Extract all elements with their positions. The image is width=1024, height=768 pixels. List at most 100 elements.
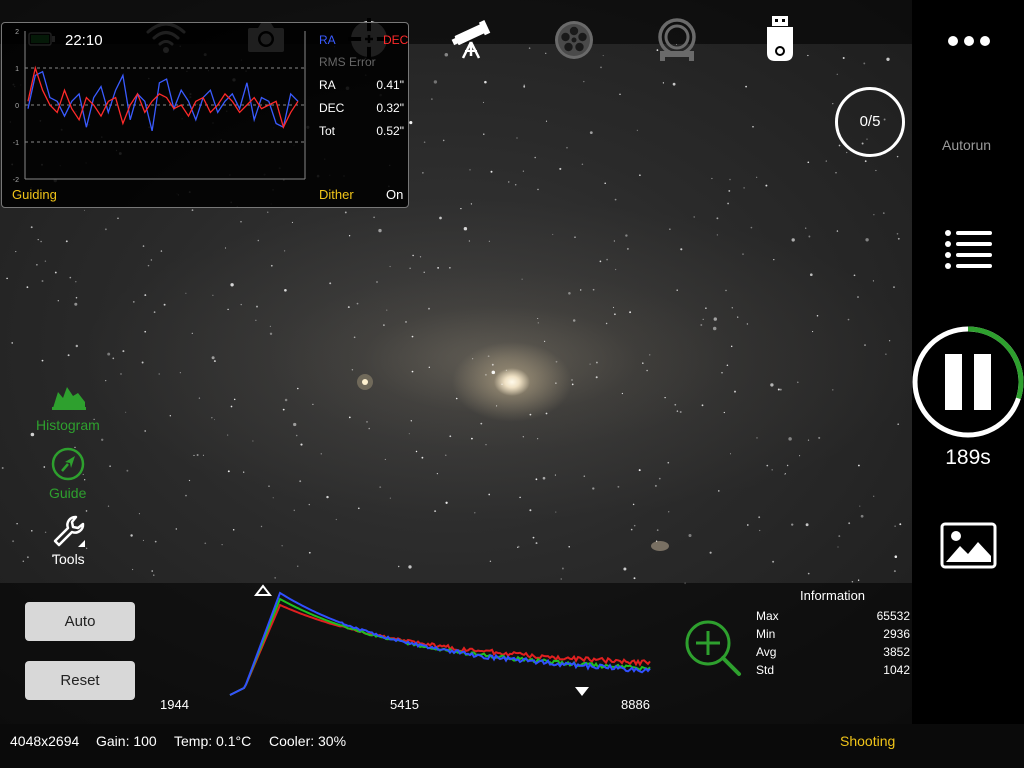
star (6, 277, 8, 280)
sequence-list-icon[interactable] (944, 229, 994, 269)
filter-wheel-icon[interactable] (553, 20, 595, 60)
star (132, 301, 135, 303)
star (445, 501, 448, 504)
star (865, 238, 869, 242)
star (894, 555, 898, 558)
star (832, 103, 834, 105)
star (75, 344, 79, 348)
histogram-icon[interactable] (52, 384, 86, 410)
star (112, 357, 115, 360)
temp-text: Temp: 0.1°C (174, 733, 252, 749)
star (488, 493, 491, 496)
star (797, 381, 799, 384)
star (26, 286, 29, 289)
star (147, 264, 150, 267)
star (857, 296, 859, 298)
focuser-icon[interactable] (656, 17, 698, 63)
hist-blue (229, 591, 651, 696)
guiding-panel[interactable]: 2 1 0 -1 -2 22:10 RA DEC RMS Error RA 0.41" … (1, 22, 409, 208)
usb-drive-icon[interactable] (764, 15, 796, 63)
tools-label[interactable]: Tools (52, 551, 85, 567)
star (107, 352, 111, 356)
more-icon[interactable] (946, 34, 992, 48)
clock-text: 22:10 (65, 32, 103, 49)
star (770, 383, 774, 387)
star (344, 211, 347, 214)
rms-total-label: Tot (319, 124, 336, 138)
info-value: 65532 (876, 609, 910, 623)
star (408, 565, 412, 569)
star (516, 137, 518, 139)
star (523, 84, 525, 86)
star (863, 62, 866, 65)
star (485, 444, 487, 446)
star (617, 485, 620, 488)
guiding-graph: 2 1 0 -1 -2 (13, 29, 306, 184)
star (808, 235, 811, 238)
info-label: Min (756, 627, 776, 641)
autorun-label[interactable]: Autorun (942, 137, 991, 153)
telescope-icon[interactable] (450, 18, 492, 60)
star (537, 317, 539, 320)
bright-star-glow (357, 374, 373, 390)
star (517, 545, 520, 548)
star (158, 373, 160, 375)
star (676, 289, 678, 291)
sequence-counter[interactable]: 0/5 (835, 87, 905, 157)
star (282, 408, 285, 411)
star (568, 546, 570, 548)
star (31, 530, 33, 532)
star (514, 184, 517, 186)
star (899, 523, 902, 526)
star (522, 170, 525, 172)
dither-value[interactable]: On (386, 187, 403, 202)
guide-series-dec (27, 65, 299, 130)
star (664, 396, 666, 399)
star (320, 453, 322, 455)
graph-y-tick: -2 (13, 177, 19, 184)
info-value: 2936 (883, 627, 910, 641)
reset-button[interactable]: Reset (25, 661, 135, 700)
guide-compass-icon[interactable] (51, 447, 85, 481)
white-point-marker[interactable] (573, 686, 591, 697)
histogram-label[interactable]: Histogram (36, 417, 100, 433)
image-gallery-icon[interactable] (940, 522, 997, 569)
star (604, 182, 606, 184)
star (716, 234, 719, 236)
star (291, 221, 293, 223)
star (896, 233, 899, 235)
zoom-in-icon[interactable] (684, 619, 742, 677)
pause-button[interactable] (911, 325, 1024, 439)
wrench-icon[interactable] (52, 514, 86, 548)
star (756, 437, 758, 439)
star (41, 280, 44, 282)
star (297, 387, 299, 390)
star (434, 510, 437, 513)
star (784, 472, 786, 475)
star (807, 572, 810, 575)
star (257, 239, 260, 242)
black-point-marker[interactable] (254, 584, 272, 596)
star (16, 523, 18, 525)
star (255, 319, 257, 321)
star (437, 267, 439, 269)
star (284, 398, 288, 402)
star (36, 264, 38, 266)
star (805, 227, 807, 229)
star (574, 236, 576, 239)
star (410, 420, 412, 422)
mode-text[interactable]: Shooting (840, 733, 895, 749)
star (680, 248, 683, 251)
star (188, 479, 191, 482)
star (646, 369, 648, 372)
auto-button[interactable]: Auto (25, 602, 135, 641)
star (348, 416, 351, 419)
guide-label[interactable]: Guide (49, 485, 86, 501)
star (204, 542, 207, 545)
star (746, 323, 749, 325)
star (405, 320, 407, 323)
star (376, 281, 378, 283)
graph-y-tick: -1 (13, 140, 19, 147)
star (765, 184, 768, 187)
star (669, 228, 671, 230)
